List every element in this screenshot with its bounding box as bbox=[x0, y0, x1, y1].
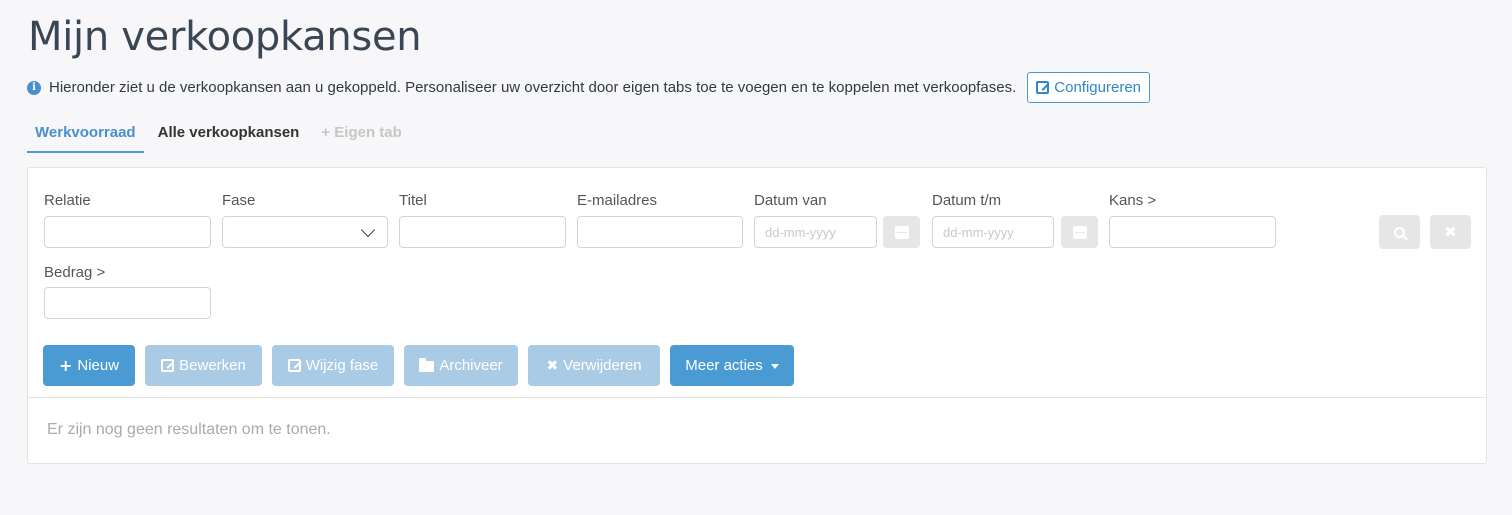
more-actions-label: Meer acties bbox=[685, 357, 763, 374]
empty-results-message: Er zijn nog geen resultaten om te tonen. bbox=[47, 421, 331, 438]
archive-button[interactable]: Archiveer bbox=[404, 345, 518, 386]
divider bbox=[28, 397, 1486, 398]
datum-van-calendar-button[interactable] bbox=[883, 216, 920, 248]
titel-label: Titel bbox=[399, 192, 427, 209]
edit-label: Bewerken bbox=[179, 357, 246, 374]
edit-icon bbox=[1036, 81, 1050, 94]
tab-eigen-tab[interactable]: + Eigen tab bbox=[313, 118, 409, 153]
chevron-down-icon bbox=[360, 222, 376, 238]
change-phase-label: Wijzig fase bbox=[305, 357, 379, 374]
search-icon bbox=[1394, 226, 1405, 238]
delete-label: Verwijderen bbox=[563, 357, 642, 374]
info-line: i Hieronder ziet u de verkoopkansen aan … bbox=[27, 72, 1150, 103]
datum-tm-calendar-button[interactable] bbox=[1061, 216, 1098, 248]
kans-input[interactable] bbox=[1109, 216, 1276, 248]
titel-input[interactable] bbox=[399, 216, 566, 248]
tab-werkvoorraad[interactable]: Werkvoorraad bbox=[27, 118, 144, 153]
datum-tm-label: Datum t/m bbox=[932, 192, 1002, 209]
search-button[interactable] bbox=[1379, 215, 1420, 249]
tab-bar: Werkvoorraad Alle verkoopkansen + Eigen … bbox=[27, 118, 416, 153]
new-label: Nieuw bbox=[77, 357, 120, 374]
calendar-icon bbox=[1072, 225, 1087, 239]
clear-filters-button[interactable]: ✖ bbox=[1430, 215, 1471, 249]
archive-label: Archiveer bbox=[439, 357, 503, 374]
datum-tm-input[interactable]: dd-mm-yyyy bbox=[932, 216, 1054, 248]
relatie-input[interactable] bbox=[44, 216, 211, 248]
close-icon: ✖ bbox=[546, 357, 559, 374]
bedrag-input[interactable] bbox=[44, 287, 211, 319]
plus-icon: + bbox=[58, 356, 73, 375]
filter-panel: Relatie Fase Titel E-mailadres Datum van… bbox=[27, 167, 1487, 464]
edit-icon bbox=[287, 359, 301, 372]
page-title: Mijn verkoopkansen bbox=[28, 14, 422, 60]
configure-label: Configureren bbox=[1054, 79, 1141, 96]
close-icon: ✖ bbox=[1444, 222, 1457, 241]
datum-van-label: Datum van bbox=[754, 192, 827, 209]
calendar-icon bbox=[894, 225, 909, 239]
email-input[interactable] bbox=[577, 216, 743, 248]
folder-icon bbox=[419, 358, 435, 372]
edit-button[interactable]: Bewerken bbox=[145, 345, 262, 386]
caret-down-icon bbox=[770, 364, 779, 369]
info-icon: i bbox=[27, 80, 41, 95]
info-text: Hieronder ziet u de verkoopkansen aan u … bbox=[49, 79, 1017, 96]
fase-label: Fase bbox=[222, 192, 256, 209]
new-button[interactable]: + Nieuw bbox=[43, 345, 135, 386]
email-label: E-mailadres bbox=[577, 192, 658, 209]
fase-select[interactable] bbox=[222, 216, 388, 248]
configure-button[interactable]: Configureren bbox=[1027, 72, 1150, 103]
datum-van-input[interactable]: dd-mm-yyyy bbox=[754, 216, 877, 248]
edit-icon bbox=[161, 359, 175, 372]
more-actions-button[interactable]: Meer acties bbox=[670, 345, 794, 386]
relatie-label: Relatie bbox=[44, 192, 91, 209]
delete-button[interactable]: ✖ Verwijderen bbox=[528, 345, 660, 386]
change-phase-button[interactable]: Wijzig fase bbox=[272, 345, 394, 386]
tab-alle-verkoopkansen[interactable]: Alle verkoopkansen bbox=[150, 118, 308, 153]
bedrag-label: Bedrag > bbox=[44, 264, 106, 281]
kans-label: Kans > bbox=[1109, 192, 1157, 209]
